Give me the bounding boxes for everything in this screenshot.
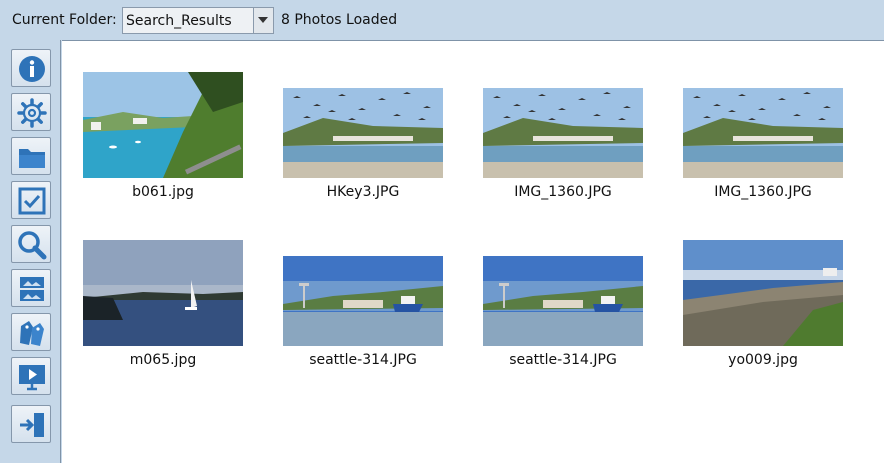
photo-thumbnail[interactable] <box>283 88 443 178</box>
exit-door-icon <box>20 413 44 437</box>
photo-thumbnail[interactable] <box>83 240 243 346</box>
chevron-down-icon <box>258 17 268 23</box>
photo-thumbnail[interactable] <box>683 240 843 346</box>
settings-button[interactable] <box>11 93 51 131</box>
photo-filename: IMG_1360.JPG <box>514 184 612 200</box>
open-folder-button[interactable] <box>11 137 51 175</box>
photo-filename: seattle-314.JPG <box>309 352 417 368</box>
folder-dropdown[interactable]: Search_Results <box>122 7 274 34</box>
exit-button[interactable] <box>11 405 51 443</box>
photo-slides-icon <box>20 277 44 301</box>
checkbox-icon <box>18 187 46 215</box>
photos-loaded-status: 8 Photos Loaded <box>281 12 398 28</box>
photo-filename: yo009.jpg <box>728 352 798 368</box>
photo-thumbnail[interactable] <box>683 88 843 178</box>
tags-icon <box>20 321 44 346</box>
photo-filename: m065.jpg <box>129 352 197 368</box>
photo-thumbnail[interactable] <box>83 72 243 178</box>
select-button[interactable] <box>11 181 51 219</box>
gear-icon <box>17 98 47 128</box>
slideshow-button[interactable] <box>11 357 51 395</box>
sidebar <box>0 40 61 463</box>
photo-thumbnail[interactable] <box>283 256 443 346</box>
tags-button[interactable] <box>11 313 51 351</box>
photo-filename: seattle-314.JPG <box>509 352 617 368</box>
photos-button[interactable] <box>11 269 51 307</box>
photo-thumbnail[interactable] <box>483 88 643 178</box>
photo-filename: IMG_1360.JPG <box>714 184 812 200</box>
info-button[interactable] <box>11 49 51 87</box>
search-button[interactable] <box>11 225 51 263</box>
photo-filename: HKey3.JPG <box>326 184 400 200</box>
photo-grid: b061.jpg HKey3.JPG IMG_1360.JPG IMG_1360… <box>62 40 884 463</box>
folder-icon <box>19 149 45 168</box>
magnifier-icon <box>18 231 47 260</box>
dropdown-arrow-button[interactable] <box>253 8 273 33</box>
folder-dropdown-value: Search_Results <box>126 13 232 29</box>
photo-thumbnail[interactable] <box>483 256 643 346</box>
info-icon <box>19 56 45 82</box>
photo-filename: b061.jpg <box>132 184 194 200</box>
current-folder-label: Current Folder: <box>12 12 117 28</box>
slideshow-icon <box>19 365 45 391</box>
top-toolbar: Current Folder: Search_Results 8 Photos … <box>0 0 884 40</box>
